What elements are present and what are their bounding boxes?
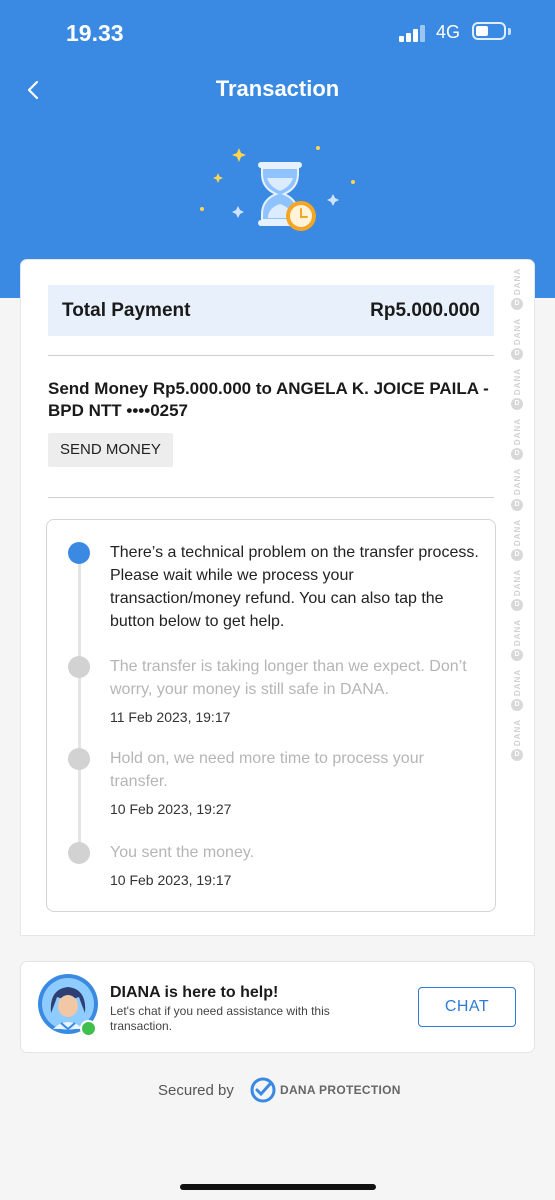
dana-protection-label: DANA PROTECTION: [280, 1083, 401, 1097]
dana-watermark: DANA D: [511, 669, 523, 711]
timeline-status-text: Hold on, we need more time to process yo…: [110, 750, 424, 790]
receipt-serrated-edge: [21, 926, 534, 933]
battery-icon: [472, 22, 506, 40]
transaction-description-line1: Send Money Rp5.000.000 to ANGELA K. JOIC…: [48, 379, 489, 398]
dana-watermark: DANA D: [511, 468, 523, 511]
battery-tip: [508, 28, 511, 35]
category-badge: SEND MONEY: [48, 433, 173, 467]
network-type: 4G: [436, 22, 461, 42]
online-status-indicator: [80, 1020, 97, 1037]
status-time: 19.33: [66, 20, 124, 46]
dana-watermark: DANA D: [511, 719, 523, 762]
dana-protection-icon: [250, 1077, 276, 1103]
page-title: Transaction: [215, 76, 340, 101]
divider: [48, 497, 494, 498]
secured-by-label: Secured by: [158, 1082, 234, 1099]
home-indicator: [180, 1184, 376, 1190]
timeline-date: 10 Feb 2023, 19:17: [110, 872, 232, 888]
total-payment-amount: Rp5.000.000: [370, 299, 480, 321]
dana-watermark-strip: DANA D DANA D DANA D DANA D DANA D DANA D DANA D DANA D…: [508, 268, 526, 888]
transaction-description-line2: BPD NTT ••••0257: [48, 401, 189, 420]
timeline-date: 11 Feb 2023, 19:17: [110, 709, 231, 725]
dana-watermark: DANA D: [511, 368, 523, 411]
timeline-status-text: The transfer is taking longer than we ex…: [110, 658, 467, 698]
dana-watermark: DANA D: [511, 619, 523, 661]
timeline-dot: [68, 656, 90, 678]
dana-watermark: DANA D: [511, 519, 523, 561]
timeline-dot-current: [68, 542, 90, 564]
help-title: DIANA is here to help!: [110, 984, 279, 1001]
timeline-status-text: There’s a technical problem on the trans…: [110, 544, 479, 630]
dana-watermark: DANA D: [511, 318, 523, 361]
timeline-line: [78, 560, 81, 860]
chat-button[interactable]: CHAT: [418, 987, 516, 1027]
timeline-date: 10 Feb 2023, 19:27: [110, 801, 232, 817]
help-subtitle: Let's chat if you need assistance with t…: [110, 1004, 330, 1033]
total-payment-box: Total Payment Rp5.000.000: [48, 285, 494, 336]
dana-watermark: DANA D: [511, 268, 523, 311]
hourglass-clock-icon: [200, 146, 355, 231]
timeline-dot: [68, 842, 90, 864]
total-payment-label: Total Payment: [62, 299, 191, 321]
dana-watermark: DANA D: [511, 569, 523, 611]
divider: [48, 355, 494, 356]
status-timeline: There’s a technical problem on the trans…: [46, 519, 496, 912]
dana-watermark: DANA D: [511, 418, 523, 461]
timeline-dot: [68, 748, 90, 770]
timeline-status-text: You sent the money.: [110, 844, 255, 861]
transaction-receipt: Total Payment Rp5.000.000 Send Money Rp5…: [21, 260, 534, 935]
help-card: DIANA is here to help! Let's chat if you…: [21, 962, 534, 1052]
signal-icon: [399, 24, 427, 42]
